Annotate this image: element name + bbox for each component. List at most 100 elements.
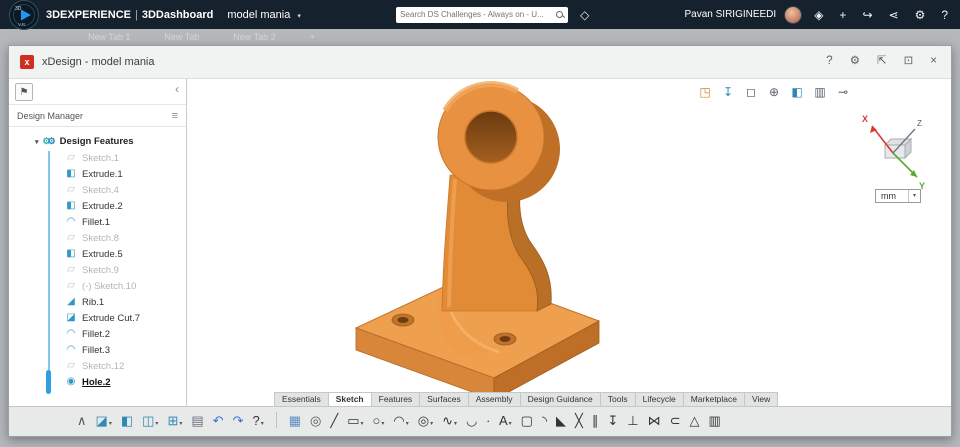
tree-item-hole-2[interactable]: Hole.2 xyxy=(9,374,186,390)
save-icon[interactable]: ◫ ▾ xyxy=(142,414,158,427)
panel-collapse-button[interactable]: ‹ xyxy=(175,82,179,96)
point-icon[interactable]: ∙ xyxy=(486,414,490,427)
tab-design-guidance[interactable]: Design Guidance xyxy=(519,392,601,406)
popout-icon[interactable]: ⊡ xyxy=(904,56,914,68)
settings-icon[interactable]: ⚙ xyxy=(850,56,860,68)
help-icon[interactable]: ? ▾ xyxy=(252,414,263,427)
tab-assembly[interactable]: Assembly xyxy=(467,392,521,406)
tab-features[interactable]: Features xyxy=(370,392,421,406)
help-icon[interactable]: ? xyxy=(826,56,832,68)
toolbar-collapse-icon[interactable]: ∧ xyxy=(77,414,87,427)
view-cube-icon[interactable]: ◻ xyxy=(743,84,759,100)
tab-marketplace[interactable]: Marketplace xyxy=(682,392,746,406)
tree-item-extrude-1[interactable]: Extrude.1 xyxy=(9,166,186,182)
tree-scrollbar-thumb[interactable] xyxy=(46,370,51,394)
tree-root-design-features[interactable]: ▾ Design Features xyxy=(9,133,186,150)
help-icon[interactable]: ? xyxy=(941,9,948,21)
tree-item-extrude-5[interactable]: Extrude.5 xyxy=(9,246,186,262)
feature-label: Hole.2 xyxy=(82,376,111,388)
search-input[interactable] xyxy=(400,10,557,19)
tab-view[interactable]: View xyxy=(744,392,779,406)
3d-viewport[interactable]: ◳ ↧ ◻ ⊕ ◧ ▥ ⊸ X Z Y mm ▾ xyxy=(187,79,951,406)
construction-icon[interactable]: △ xyxy=(689,414,699,427)
text-icon[interactable]: A ▾ xyxy=(499,414,512,427)
chamfer-icon[interactable]: ◣ xyxy=(556,414,566,427)
tree-expand-icon[interactable]: ▾ xyxy=(35,138,39,146)
dashboard-tab[interactable]: New Tab 2 xyxy=(233,32,275,42)
tag-icon[interactable]: ◇ xyxy=(580,8,589,22)
insert-component-icon[interactable]: ◳ xyxy=(697,84,713,100)
spline-icon[interactable]: ∿ ▾ xyxy=(442,414,457,427)
maximize-icon[interactable]: ⇱ xyxy=(877,56,887,68)
tools-icon[interactable]: ⚙ xyxy=(915,9,926,21)
tree-item-sketch-1[interactable]: Sketch.1 xyxy=(9,150,186,166)
conic-icon[interactable]: ◡ xyxy=(466,414,477,427)
add-tab-button[interactable]: + xyxy=(310,32,315,42)
search-bar[interactable] xyxy=(396,6,569,23)
export-icon[interactable]: ⊞ ▾ xyxy=(167,414,182,427)
trim-icon[interactable]: ╳ xyxy=(575,414,583,427)
compose-icon[interactable]: ◈ xyxy=(814,9,823,21)
tree-item-extrude-cut-7[interactable]: Extrude Cut.7 xyxy=(9,310,186,326)
tree-item-fillet-3[interactable]: Fillet.3 xyxy=(9,342,186,358)
paste-icon[interactable]: ▤ xyxy=(191,414,203,427)
tab-sketch[interactable]: Sketch xyxy=(327,392,372,406)
sketch-new-icon[interactable]: ◪ ▾ xyxy=(96,414,112,427)
close-icon[interactable]: × xyxy=(930,56,937,68)
dashboard-tab[interactable]: New Tab 1 xyxy=(88,32,130,42)
community-icon[interactable]: ⋖ xyxy=(889,9,899,21)
feature-label: Sketch.4 xyxy=(82,184,119,196)
pin-tool-button[interactable]: ⚑ xyxy=(15,83,33,101)
mirror-icon[interactable]: ⋈ xyxy=(648,414,661,427)
axis-triad[interactable]: X Z Y xyxy=(855,109,935,194)
3ds-compass-logo[interactable]: 3D V.R xyxy=(9,0,39,30)
units-dropdown[interactable]: mm ▾ xyxy=(875,189,921,203)
tree-item-fillet-1[interactable]: Fillet.1 xyxy=(9,214,186,230)
arc-icon[interactable]: ◠ ▾ xyxy=(393,414,408,427)
sketch-inspect-icon[interactable]: ◎ xyxy=(310,414,321,427)
tree-item-sketch-10[interactable]: (-) Sketch.10 xyxy=(9,278,186,294)
line-icon[interactable]: ╱ xyxy=(330,414,338,427)
grid-icon[interactable]: ▦ xyxy=(289,414,301,427)
redo-icon[interactable]: ↷ xyxy=(233,414,244,427)
section-view-icon[interactable]: ↧ xyxy=(720,84,736,100)
tree-item-sketch-8[interactable]: Sketch.8 xyxy=(9,230,186,246)
layers-icon[interactable]: ▥ xyxy=(708,414,720,427)
rectangle-icon[interactable]: ▭ ▾ xyxy=(347,414,363,427)
constraint-icon[interactable]: ⊥ xyxy=(627,414,638,427)
feature-label: Fillet.1 xyxy=(82,216,110,228)
tree-item-sketch-12[interactable]: Sketch.12 xyxy=(9,358,186,374)
shaded-view-icon[interactable]: ◧ xyxy=(789,84,805,100)
dashboard-tab[interactable]: New Tab xyxy=(164,32,199,42)
slot-icon[interactable]: ▢ xyxy=(521,414,533,427)
tab-surfaces[interactable]: Surfaces xyxy=(419,392,469,406)
offset-curve-icon[interactable]: ⊂ xyxy=(670,414,681,427)
project-icon[interactable]: ↧ xyxy=(607,414,618,427)
user-name[interactable]: Pavan SIRIGINEEDI xyxy=(684,9,776,20)
pin-icon[interactable]: ⊸ xyxy=(835,84,851,100)
tree-item-sketch-4[interactable]: Sketch.4 xyxy=(9,182,186,198)
tab-tools[interactable]: Tools xyxy=(599,392,636,406)
share-icon[interactable]: ↪ xyxy=(862,9,872,21)
undo-icon[interactable]: ↶ xyxy=(213,414,224,427)
tree-item-fillet-2[interactable]: Fillet.2 xyxy=(9,326,186,342)
panel-menu-icon[interactable]: ≡ xyxy=(172,105,178,127)
user-avatar[interactable] xyxy=(784,5,803,24)
perimeter-circle-icon[interactable]: ◎ ▾ xyxy=(418,414,433,427)
tab-lifecycle[interactable]: Lifecycle xyxy=(634,392,684,406)
tab-essentials[interactable]: Essentials xyxy=(274,392,329,406)
feature-label: Rib.1 xyxy=(82,296,105,308)
tree-item-sketch-9[interactable]: Sketch.9 xyxy=(9,262,186,278)
tree-item-rib-1[interactable]: Rib.1 xyxy=(9,294,186,310)
context-switcher[interactable]: model mania ▾ xyxy=(227,9,301,21)
add-icon[interactable]: + xyxy=(839,9,846,21)
circle-icon[interactable]: ○ ▾ xyxy=(373,414,385,427)
search-icon[interactable] xyxy=(556,10,564,19)
offset-icon[interactable]: ∥ xyxy=(592,414,599,427)
zoom-icon[interactable]: ⊕ xyxy=(766,84,782,100)
corner-fillet-icon[interactable]: ◝ xyxy=(542,414,547,427)
measure-icon[interactable]: ▥ xyxy=(812,84,828,100)
sketch-update-icon[interactable]: ◧ xyxy=(121,414,133,427)
tree-item-extrude-2[interactable]: Extrude.2 xyxy=(9,198,186,214)
feature-label: Sketch.1 xyxy=(82,152,119,164)
